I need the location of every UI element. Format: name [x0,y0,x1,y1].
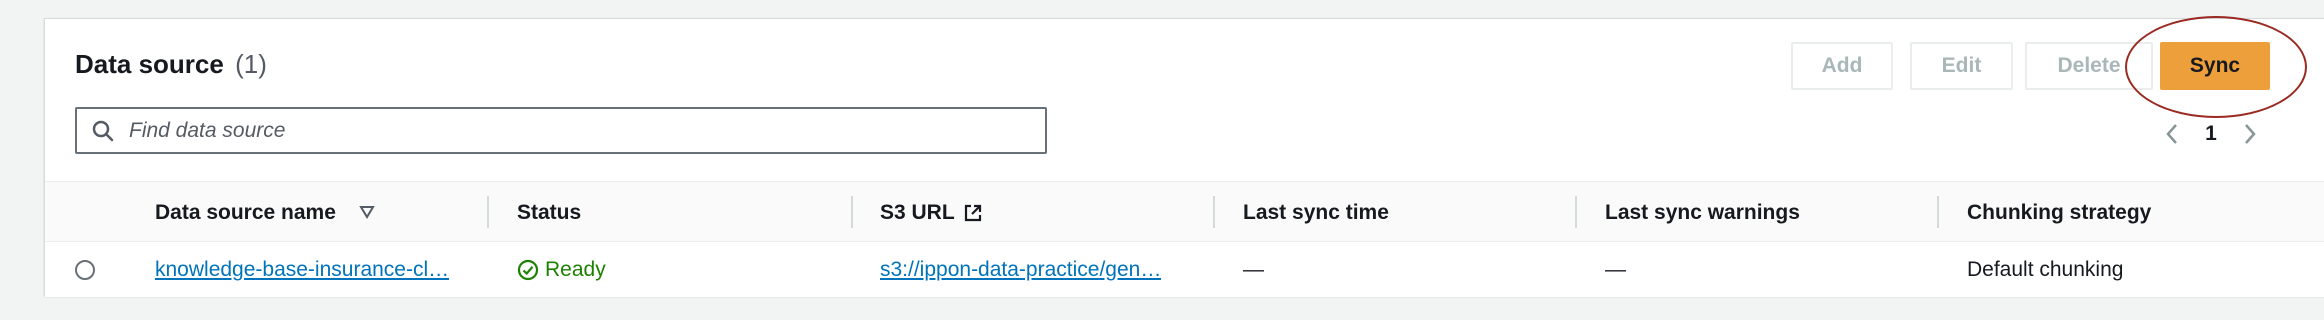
column-label: Chunking strategy [1967,200,2152,224]
radio-button[interactable] [75,259,95,280]
external-link-icon [963,203,983,223]
data-source-panel: Data source (1) Add Edit Delete Sync 1 D… [44,16,2324,297]
sort-down-icon[interactable] [359,201,375,225]
cell-status: Ready [517,242,606,297]
column-header-s3-url: S3 URL [880,182,983,243]
edit-button[interactable]: Edit [1910,42,2013,90]
cell-last-sync-time: — [1243,257,1264,281]
check-circle-icon [517,259,539,281]
cell-chunking-strategy: Default chunking [1967,257,2124,281]
current-page[interactable]: 1 [2205,122,2217,146]
column-divider[interactable] [851,196,853,228]
sync-button[interactable]: Sync [2160,42,2270,90]
status-indicator: Ready [517,258,606,282]
column-header-name[interactable]: Data source name [155,182,375,243]
section-title-text: Data source [75,49,224,79]
row-select-radio[interactable] [75,242,95,297]
section-title: Data source (1) [75,49,267,80]
status-label: Ready [545,257,606,281]
add-button[interactable]: Add [1791,42,1893,90]
column-label: Status [517,200,582,224]
pagination: 1 [2161,117,2261,151]
chevron-left-icon[interactable] [2161,117,2183,151]
table-header: Data source name Status S3 URL Last sync… [45,181,2324,242]
delete-button[interactable]: Delete [2025,42,2153,90]
column-header-last-sync-warnings: Last sync warnings [1605,182,1800,243]
search-icon [77,109,129,152]
column-divider[interactable] [1213,196,1215,228]
column-label: Last sync time [1243,200,1389,224]
chevron-right-icon[interactable] [2239,117,2261,151]
data-source-link[interactable]: knowledge-base-insurance-cl… [155,258,449,282]
column-label: Last sync warnings [1605,200,1800,224]
cell-s3-url: s3://ippon-data-practice/gen… [880,242,1190,297]
column-header-status: Status [517,182,581,243]
cell-data-source-name: knowledge-base-insurance-cl… [155,242,465,297]
search-input[interactable] [129,109,1045,152]
s3-url-link[interactable]: s3://ippon-data-practice/gen… [880,258,1161,282]
table-row: knowledge-base-insurance-cl… Ready s3://… [45,242,2324,297]
cell-last-sync-warnings: — [1605,257,1626,281]
section-count: (1) [235,49,267,79]
column-label: Data source name [155,200,336,224]
column-label: S3 URL [880,200,955,224]
column-header-chunking-strategy: Chunking strategy [1967,182,2151,243]
column-header-last-sync-time: Last sync time [1243,182,1389,243]
column-divider[interactable] [1575,196,1577,228]
column-divider[interactable] [1937,196,1939,228]
search-box[interactable] [75,107,1047,154]
column-divider[interactable] [487,196,489,228]
